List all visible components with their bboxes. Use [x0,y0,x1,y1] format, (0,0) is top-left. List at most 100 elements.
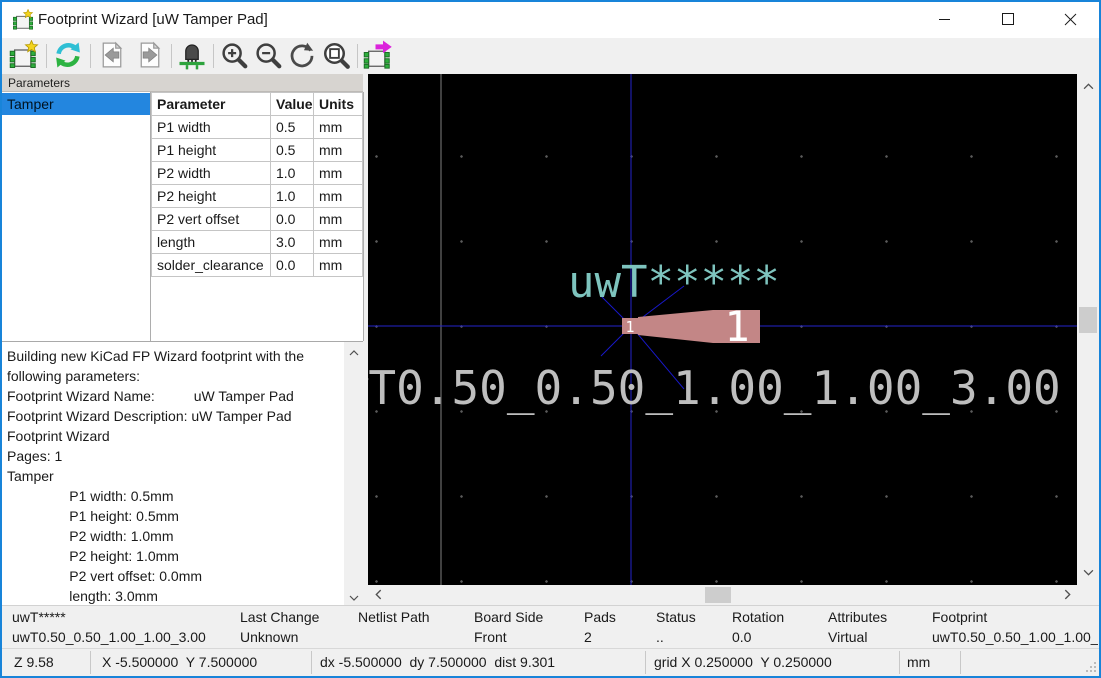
select-wizard-button[interactable] [8,40,40,72]
param-units-cell: mm [314,208,363,231]
param-value-cell[interactable]: 0.0 [271,254,314,277]
redraw-button[interactable] [286,40,318,72]
statusbar-separator [645,651,646,674]
chevron-right-icon [1064,588,1071,603]
close-button[interactable] [1040,2,1100,39]
canvas-scroll-left-button[interactable] [369,585,387,605]
title-bar[interactable]: Footprint Wizard [uW Tamper Pad] [2,2,1099,38]
pads-value: 2 [584,629,592,645]
param-value-cell[interactable]: 3.0 [271,231,314,254]
table-row: length 3.0 mm [152,231,363,254]
param-name-cell: length [152,231,271,254]
param-value-cell[interactable]: 0.5 [271,139,314,162]
chevron-up-icon [1083,78,1094,93]
statusbar-separator [960,651,961,674]
log-line: Pages: 1 [2,446,363,466]
zoom-out-icon [253,40,283,73]
status-value: .. [656,629,664,645]
footprint-info-statusbar: uwT***** uwT0.50_0.50_1.00_1.00_3.00 Las… [2,605,1099,649]
log-line: Footprint Wizard Name: uW Tamper Pad [2,386,363,406]
toolbar-separator [46,44,47,68]
toolbar-separator [213,44,214,68]
zoom-in-icon [219,40,249,73]
param-name-cell: solder_clearance [152,254,271,277]
previous-page-button[interactable] [96,40,128,72]
status-label: Status [656,609,696,625]
status-field-name: uwT***** uwT0.50_0.50_1.00_1.00_3.00 [12,606,237,648]
message-log: Building new KiCad FP Wizard footprint w… [2,341,363,606]
param-units-cell: mm [314,162,363,185]
zoom-fit-button[interactable] [320,40,352,72]
log-line: P2 width: 1.0mm [2,526,363,546]
column-header-units: Units [314,93,363,116]
canvas-scroll-right-button[interactable] [1058,585,1076,605]
chevron-left-icon [375,588,382,603]
toolbar-separator [90,44,91,68]
export-footprint-icon [363,40,393,73]
next-page-button[interactable] [134,40,166,72]
log-scroll-up-button[interactable] [344,343,363,360]
minimize-button[interactable] [915,2,975,39]
canvas-scroll-down-button[interactable] [1077,562,1099,580]
canvas-hscroll-thumb[interactable] [705,587,731,603]
pads-label: Pads [584,609,616,625]
board-side-label: Board Side [474,609,543,625]
board-side-value: Front [474,629,507,645]
param-name-cell: P2 vert offset [152,208,271,231]
close-icon [1064,13,1077,29]
log-line: P2 height: 1.0mm [2,546,363,566]
statusbar-separator [311,651,312,674]
column-header-value: Value [271,93,314,116]
footprint-wizard-window: Footprint Wizard [uW Tamper Pad] [0,0,1101,678]
log-line: length: 3.0mm [2,586,363,606]
log-scroll-down-button[interactable] [344,588,363,605]
param-name-cell: P1 height [152,139,271,162]
canvas-scroll-up-button[interactable] [1077,76,1099,94]
chevron-up-icon [349,344,359,359]
table-row: P2 width 1.0 mm [152,162,363,185]
pad-1-number-large: 1 [724,302,749,351]
page-list-item-tamper[interactable]: Tamper [2,93,150,115]
log-scrollbar[interactable] [344,342,363,606]
zoom-fit-icon [321,40,351,73]
parameters-caption-label: Parameters [8,76,70,90]
wizard-page-list: Tamper [2,92,151,341]
zoom-in-button[interactable] [218,40,250,72]
redraw-icon [287,40,317,73]
param-units-cell: mm [314,254,363,277]
zoom-out-button[interactable] [252,40,284,72]
maximize-button[interactable] [978,2,1038,39]
footprint-reference-label: uwT***** [12,609,66,625]
toolbar-separator [171,44,172,68]
log-line: P2 vert offset: 0.0mm [2,566,363,586]
param-value-cell[interactable]: 0.5 [271,116,314,139]
component-on-board-icon [177,40,207,73]
footprint-name-value: uwT0.50_0.50_1.00_1.00_3.00 [12,629,206,645]
log-line: Tamper [2,466,363,486]
param-name-cell: P1 width [152,116,271,139]
cursor-position-cell: X -5.500000 Y 7.500000 [102,654,257,670]
status-field-last-change: Last Change Unknown [240,606,352,648]
minimize-icon [939,13,951,28]
table-row: P1 height 0.5 mm [152,139,363,162]
last-change-value: Unknown [240,629,298,645]
canvas-graphics: uwT0.50_0.50_1.00_1.00_3.00 uwT***** 1 1 [368,74,1077,585]
export-footprint-button[interactable] [362,40,394,72]
footprint-preview-canvas[interactable]: uwT0.50_0.50_1.00_1.00_3.00 uwT***** 1 1 [368,74,1077,585]
maximize-icon [1002,13,1014,28]
log-line: P1 height: 0.5mm [2,506,363,526]
footprint-wizard-star-icon [9,40,39,73]
update-footprint-button[interactable] [52,40,84,72]
resize-grip-icon[interactable] [1084,660,1097,678]
main-toolbar [2,38,1099,74]
status-field-pads: Pads 2 [584,606,650,648]
param-value-cell[interactable]: 1.0 [271,162,314,185]
parameter-table-panel: Parameter Value Units P1 width 0.5 mm P1… [151,92,364,341]
attributes-value: Virtual [828,629,867,645]
param-value-cell[interactable]: 0.0 [271,208,314,231]
window-title: Footprint Wizard [uW Tamper Pad] [38,11,268,28]
show-pads-button[interactable] [176,40,208,72]
param-value-cell[interactable]: 1.0 [271,185,314,208]
param-units-cell: mm [314,185,363,208]
canvas-vscroll-thumb[interactable] [1079,307,1097,333]
